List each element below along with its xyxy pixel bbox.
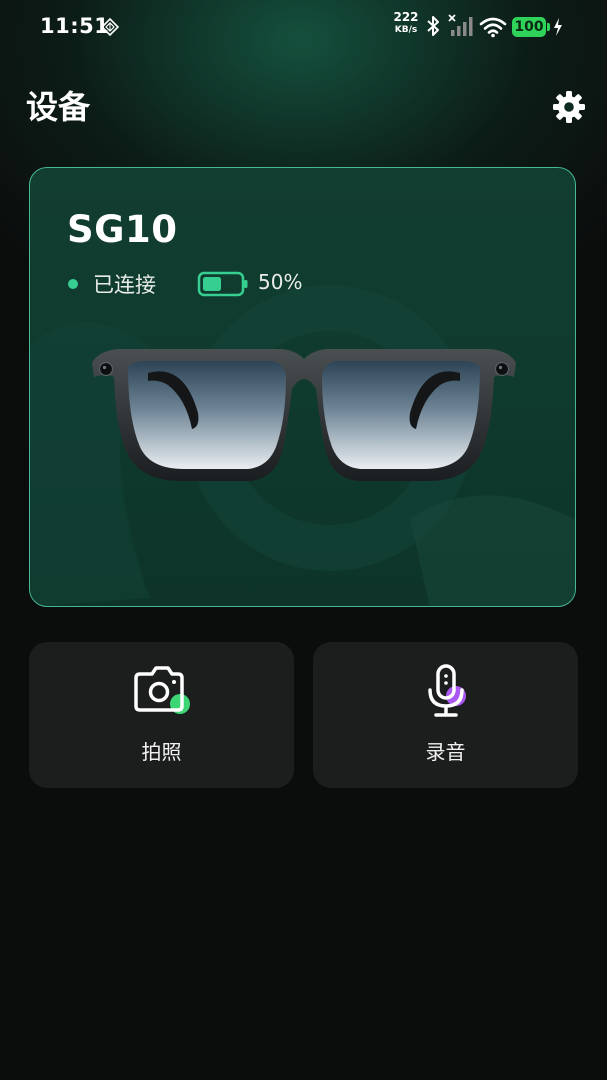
- bluetooth-icon: [427, 16, 439, 36]
- camera-icon: [133, 666, 190, 714]
- device-name: SG10: [67, 208, 178, 251]
- microphone-icon: [427, 664, 466, 717]
- device-card[interactable]: SG10 已连接 50%: [29, 167, 576, 607]
- record-button[interactable]: 录音: [313, 642, 578, 788]
- photo-button[interactable]: 拍照: [29, 642, 294, 788]
- battery-tip: [547, 23, 550, 31]
- smart-glasses-image: [92, 349, 516, 481]
- photo-label: 拍照: [141, 740, 182, 764]
- wifi-icon: [479, 17, 507, 38]
- device-battery-icon: [197, 271, 248, 297]
- network-speed-value: 222: [393, 10, 419, 24]
- network-speed-unit: KB/s: [394, 25, 418, 35]
- status-battery: 100: [512, 17, 546, 37]
- device-battery-percent: 50%: [258, 270, 303, 294]
- connection-status: 已连接: [93, 273, 156, 297]
- charging-bolt-icon: [554, 18, 562, 36]
- page-title: 设备: [26, 88, 91, 126]
- status-time: 11:51: [40, 14, 110, 38]
- gear-icon[interactable]: [551, 89, 587, 125]
- no-signal-icon: [448, 14, 473, 36]
- diamond-notification-icon: [101, 18, 119, 36]
- status-bar: 11:51 222 KB/s 100: [0, 0, 607, 54]
- record-label: 录音: [425, 740, 466, 764]
- network-speed: 222 KB/s: [390, 10, 422, 36]
- connection-status-dot: [68, 279, 78, 289]
